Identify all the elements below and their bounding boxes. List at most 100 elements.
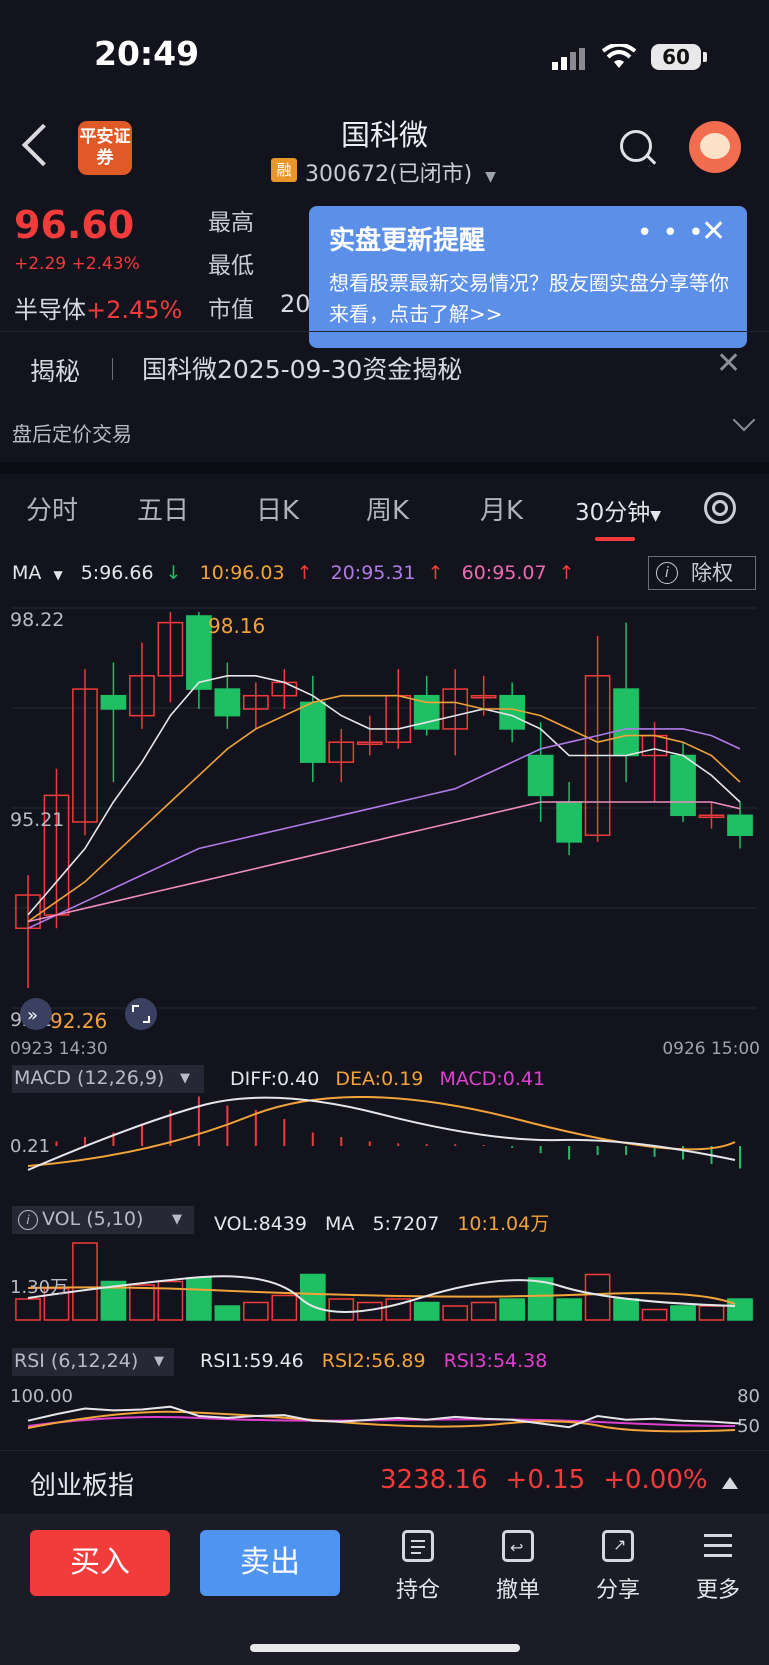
rsi-legend: RSI1:59.46 RSI2:56.89 RSI3:54.38 — [200, 1350, 547, 1372]
section-divider — [0, 462, 769, 474]
dropdown-caret-icon: ▼ — [180, 1071, 190, 1086]
after-hours-trading[interactable]: 盘后定价交易 — [12, 418, 132, 447]
market-value-label: 市值 — [208, 297, 254, 323]
dropdown-caret-icon: ▼ — [53, 568, 63, 582]
tab-daily-k[interactable]: 日K — [256, 490, 299, 527]
tab-monthly-k[interactable]: 月K — [480, 490, 523, 527]
volume-bar — [556, 1298, 582, 1321]
rsi-selector[interactable]: RSI (6,12,24) ▼ — [12, 1348, 174, 1376]
share-label: 分享 — [595, 1578, 640, 1603]
close-icon[interactable]: ✕ — [701, 214, 726, 249]
more-button[interactable]: 更多 — [683, 1530, 753, 1604]
volume-bar — [242, 1301, 269, 1321]
tab-intraday[interactable]: 分时 — [26, 490, 78, 527]
index-pct: +0.00% — [603, 1465, 708, 1495]
index-ticker-bar[interactable]: 创业板指 3238.16 +0.15 +0.00% — [0, 1450, 769, 1513]
wifi-icon — [602, 44, 636, 68]
tab-weekly-k[interactable]: 周K — [366, 490, 409, 527]
macd-value: MACD:0.41 — [439, 1068, 546, 1090]
diff-line — [27, 1096, 736, 1171]
index-change: +0.15 — [505, 1465, 586, 1495]
volume-chart[interactable]: 1.30万 — [0, 1236, 769, 1334]
volume-bar — [670, 1305, 696, 1321]
kline-chart[interactable]: 98.22 95.21 92.2 98.16 92.26 » 0923 14:3… — [0, 598, 769, 1068]
info-icon: i — [18, 1210, 38, 1230]
buy-button[interactable]: 买入 — [30, 1530, 170, 1596]
x-axis-start: 0923 14:30 — [10, 1039, 108, 1059]
vol-value: VOL:8439 — [214, 1213, 307, 1235]
candle-down — [499, 694, 526, 730]
more-dots-icon[interactable]: • • • — [637, 218, 705, 248]
index-value: 3238.16 — [380, 1465, 488, 1495]
volume-bar — [299, 1273, 326, 1321]
info-icon: i — [656, 562, 678, 584]
update-reminder-popup[interactable]: 实盘更新提醒 • • • ✕ 想看股票最新交易情况？股友圈实盘分享等你来看，点击… — [309, 206, 747, 348]
popup-body[interactable]: 想看股票最新交易情况？股友圈实盘分享等你来看，点击了解>> — [329, 268, 729, 330]
popup-title: 实盘更新提醒 — [329, 226, 486, 256]
status-time: 20:49 — [94, 34, 200, 73]
holdings-button[interactable]: 持仓 — [383, 1530, 453, 1604]
dropdown-caret-icon: ▼ — [172, 1212, 182, 1227]
document-icon — [402, 1530, 434, 1562]
candle-down — [527, 754, 554, 797]
reveal-tag: 揭秘 — [30, 357, 81, 386]
rsi-chart[interactable]: 100.00 80 50 — [0, 1378, 769, 1448]
sector-quote[interactable]: 半导体+2.45% — [14, 290, 182, 325]
reveal-text[interactable]: 国科微2025-09-30资金揭秘 — [142, 350, 462, 386]
volume-bar — [470, 1301, 497, 1321]
macd-axis-label: 0.21 — [10, 1136, 50, 1157]
ma60-value: 60:95.07 — [461, 562, 547, 584]
candle-down — [613, 688, 639, 757]
volume-bar — [72, 1242, 98, 1321]
macd-selector[interactable]: MACD (12,26,9) ▼ — [12, 1065, 204, 1093]
volume-bar — [584, 1273, 611, 1321]
sector-change: +2.45% — [86, 296, 183, 324]
macd-chart[interactable]: 0.21 — [0, 1096, 769, 1192]
more-label: 更多 — [695, 1578, 740, 1603]
stock-code-text: 300672(已闭市) — [305, 162, 473, 187]
tab-five-day[interactable]: 五日 — [137, 490, 189, 527]
ma-selector[interactable]: MA ▼ — [12, 562, 69, 584]
volume-bar — [499, 1298, 526, 1321]
stock-code[interactable]: 300672(已闭市) ▼ — [305, 156, 496, 188]
diff-value: DIFF:0.40 — [230, 1068, 320, 1090]
candle-down — [100, 694, 127, 710]
volume-bar — [527, 1277, 554, 1321]
tab-30min[interactable]: 30分钟▼ — [575, 493, 661, 527]
cancel-order-button[interactable]: ↩ 撤单 — [483, 1530, 553, 1604]
tab-30min-label: 30分钟 — [575, 500, 651, 526]
trade-toolbar: 买入 卖出 持仓 ↩ 撤单 ↗ 分享 更多 — [0, 1514, 769, 1665]
ma5-value: 5:96.66 — [80, 562, 154, 584]
home-indicator[interactable] — [250, 1644, 520, 1652]
ma-label: MA — [12, 562, 42, 584]
volume-bar — [641, 1308, 668, 1321]
chevron-down-icon[interactable] — [732, 408, 756, 432]
fund-reveal-banner[interactable]: 揭秘 国科微2025-09-30资金揭秘 ✕ — [0, 331, 769, 402]
expand-up-icon[interactable] — [722, 1477, 738, 1489]
arrow-up-icon: ↑ — [552, 562, 575, 584]
rsi-title: RSI (6,12,24) — [14, 1350, 139, 1372]
rsi3-value: RSI3:54.38 — [443, 1350, 548, 1372]
macd-title: MACD (12,26,9) — [14, 1067, 165, 1089]
candle-down — [214, 688, 241, 717]
undo-icon: ↩ — [502, 1530, 534, 1562]
macd-histogram — [55, 1096, 741, 1169]
cancel-order-label: 撤单 — [495, 1578, 540, 1603]
signal-icon — [552, 48, 585, 70]
holdings-label: 持仓 — [395, 1578, 440, 1603]
vol-selector[interactable]: i VOL (5,10) ▼ — [12, 1206, 194, 1234]
rsi1-value: RSI1:59.46 — [200, 1350, 304, 1372]
arrow-up-icon: ↑ — [421, 562, 444, 584]
close-icon[interactable]: ✕ — [716, 346, 741, 381]
ma-line-2 — [27, 728, 741, 930]
menu-icon — [702, 1530, 734, 1562]
low-label: 最低 — [208, 253, 254, 279]
price-change: +2.29 +2.43% — [14, 254, 140, 274]
volume-bar — [186, 1277, 212, 1321]
arrow-up-icon: ↑ — [290, 562, 313, 584]
fullscreen-icon[interactable] — [125, 998, 157, 1030]
volume-bar — [15, 1298, 41, 1321]
ma20-value: 20:95.31 — [330, 562, 416, 584]
share-button[interactable]: ↗ 分享 — [583, 1530, 653, 1604]
sell-button[interactable]: 卖出 — [200, 1530, 340, 1596]
